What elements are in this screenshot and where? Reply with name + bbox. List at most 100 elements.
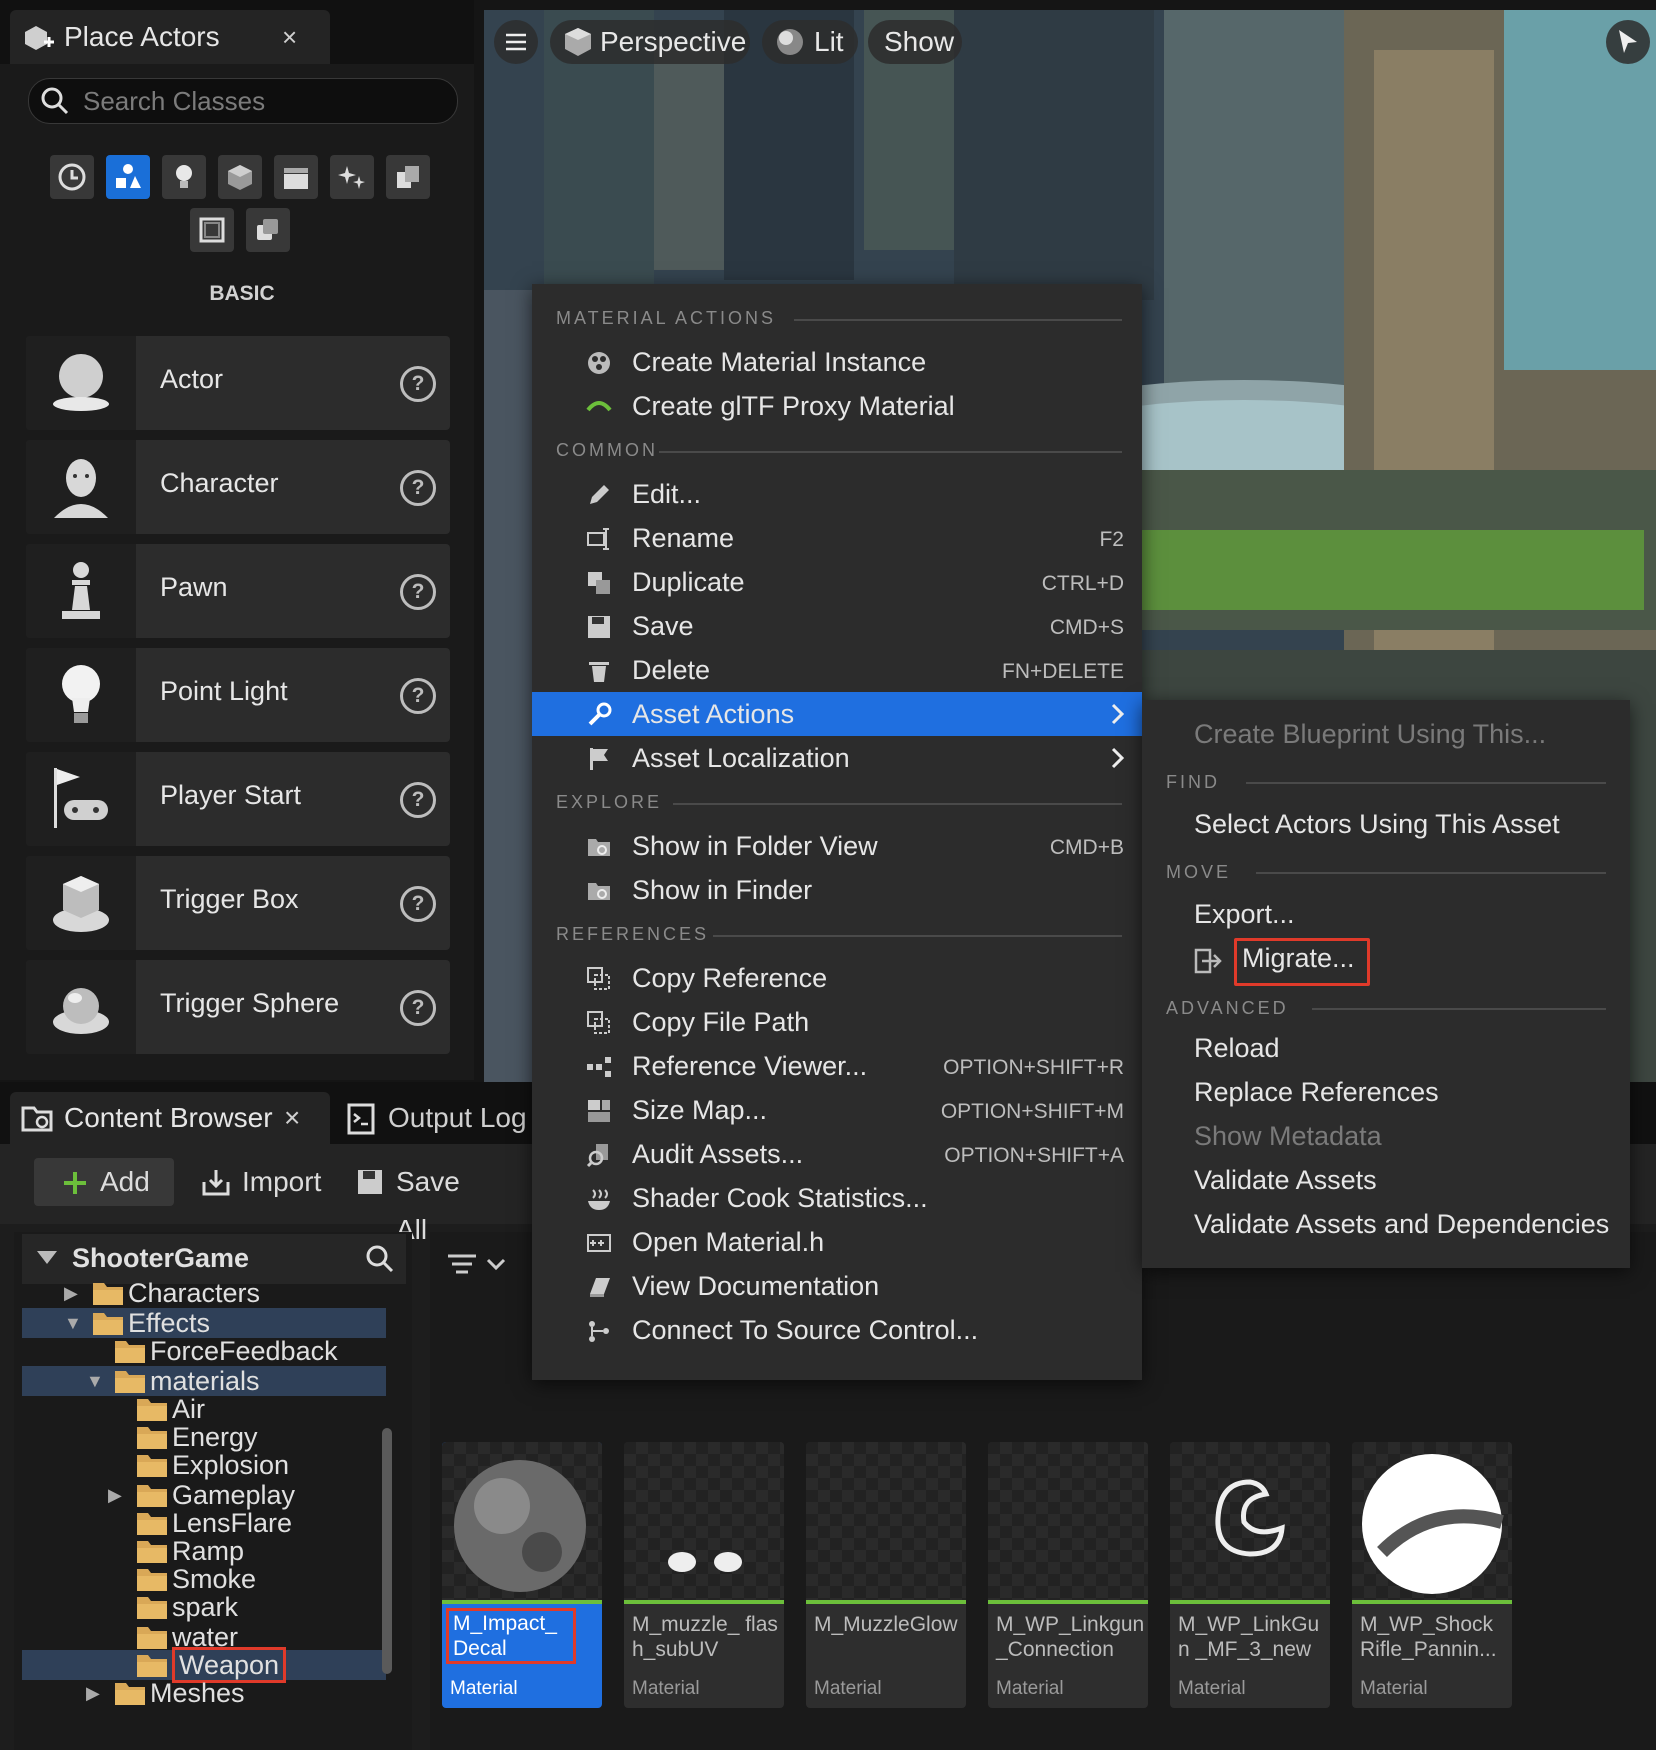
volumes-category-button[interactable] bbox=[190, 208, 234, 252]
recent-category-button[interactable] bbox=[50, 155, 94, 199]
asset-tile[interactable]: M_WP_LinkGun _MF_3_new Material bbox=[1170, 1442, 1330, 1708]
select-actors-item[interactable]: Select Actors Using This Asset bbox=[1194, 808, 1560, 840]
lights-category-button[interactable] bbox=[162, 155, 206, 199]
menu-item-copy-file-path[interactable]: Copy File Path bbox=[532, 1000, 1142, 1044]
folder-row-forcefeedback[interactable]: ForceFeedback bbox=[22, 1336, 386, 1366]
asset-tile[interactable]: M_muzzle_ flash_subUV Material bbox=[624, 1442, 784, 1708]
help-icon[interactable]: ? bbox=[400, 990, 436, 1026]
help-icon[interactable]: ? bbox=[400, 574, 436, 610]
add-button[interactable]: Add bbox=[34, 1158, 174, 1206]
actor-row-character[interactable]: Character ? bbox=[26, 440, 450, 534]
folder-row-effects[interactable]: ▼ Effects bbox=[22, 1308, 386, 1338]
viewport-menu-button[interactable] bbox=[494, 20, 538, 64]
chevron-down-icon[interactable]: ▼ bbox=[64, 1308, 82, 1338]
menu-item-shader-cook-statistics[interactable]: Shader Cook Statistics... bbox=[532, 1176, 1142, 1220]
menu-item-asset-actions[interactable]: Asset Actions bbox=[532, 692, 1142, 736]
folder-row-smoke[interactable]: Smoke bbox=[22, 1564, 386, 1594]
lit-button[interactable]: Lit bbox=[762, 20, 858, 64]
migrate-item[interactable]: Migrate... bbox=[1242, 942, 1355, 974]
folder-row-energy[interactable]: Energy bbox=[22, 1422, 386, 1452]
chevron-right-icon[interactable]: ▶ bbox=[64, 1278, 78, 1308]
help-icon[interactable]: ? bbox=[400, 470, 436, 506]
search-icon[interactable] bbox=[364, 1243, 396, 1275]
help-icon[interactable]: ? bbox=[400, 782, 436, 818]
replace-references-item[interactable]: Replace References bbox=[1194, 1076, 1439, 1108]
actor-row-trigger-sphere[interactable]: Trigger Sphere ? bbox=[26, 960, 450, 1054]
actor-row-player-start[interactable]: Player Start ? bbox=[26, 752, 450, 846]
tab-place-actors[interactable]: Place Actors × bbox=[10, 10, 330, 64]
actor-row-pawn[interactable]: Pawn ? bbox=[26, 544, 450, 638]
all-classes-category-button[interactable] bbox=[246, 208, 290, 252]
save-all-button[interactable]: Save All bbox=[356, 1158, 496, 1245]
asset-tile[interactable]: M_MuzzleGlow Material bbox=[806, 1442, 966, 1708]
folder-row-ramp[interactable]: Ramp bbox=[22, 1536, 386, 1566]
tree-root-label[interactable]: ShooterGame bbox=[72, 1243, 249, 1274]
menu-item-size-map[interactable]: Size Map... OPTION+SHIFT+M bbox=[532, 1088, 1142, 1132]
actor-row-trigger-box[interactable]: Trigger Box ? bbox=[26, 856, 450, 950]
help-icon[interactable]: ? bbox=[400, 886, 436, 922]
folder-row-characters[interactable]: ▶ Characters bbox=[22, 1278, 386, 1308]
menu-item-connect-to-source-control[interactable]: Connect To Source Control... bbox=[532, 1308, 1142, 1352]
export-item[interactable]: Export... bbox=[1194, 898, 1295, 930]
search-classes-field[interactable] bbox=[28, 78, 458, 124]
help-icon[interactable]: ? bbox=[400, 678, 436, 714]
folder-row-explosion[interactable]: Explosion bbox=[22, 1450, 386, 1480]
show-metadata-item[interactable]: Show Metadata bbox=[1194, 1120, 1382, 1152]
menu-item-audit-assets[interactable]: Audit Assets... OPTION+SHIFT+A bbox=[532, 1132, 1142, 1176]
geometry-category-button[interactable] bbox=[386, 155, 430, 199]
help-icon[interactable]: ? bbox=[400, 366, 436, 402]
close-icon[interactable]: × bbox=[282, 18, 297, 56]
folder-row-lensflare[interactable]: LensFlare bbox=[22, 1508, 386, 1538]
close-icon[interactable]: × bbox=[284, 1100, 300, 1136]
folder-label: Smoke bbox=[172, 1564, 257, 1594]
menu-item-delete[interactable]: Delete FN+DELETE bbox=[532, 648, 1142, 692]
cinematic-category-button[interactable] bbox=[274, 155, 318, 199]
menu-item-open-material-h[interactable]: Open Material.h bbox=[532, 1220, 1142, 1264]
folder-row-air[interactable]: Air bbox=[22, 1394, 386, 1424]
asset-tile[interactable]: M_WP_Shock Rifle_Pannin... Material bbox=[1352, 1442, 1512, 1708]
menu-item-duplicate[interactable]: Duplicate CTRL+D bbox=[532, 560, 1142, 604]
actor-row-point-light[interactable]: Point Light ? bbox=[26, 648, 450, 742]
menu-item-save[interactable]: Save CMD+S bbox=[532, 604, 1142, 648]
chevron-right-icon[interactable]: ▶ bbox=[86, 1678, 100, 1708]
tab-output-log[interactable]: Output Log bbox=[340, 1092, 540, 1144]
folder-row-spark[interactable]: spark bbox=[22, 1592, 386, 1622]
menu-item-edit[interactable]: Edit... bbox=[532, 472, 1142, 516]
visual-effects-category-button[interactable] bbox=[330, 155, 374, 199]
menu-item-create-gltf-proxy-material[interactable]: Create glTF Proxy Material bbox=[532, 384, 1142, 428]
validate-assets-item[interactable]: Validate Assets bbox=[1194, 1164, 1377, 1196]
validate-dependencies-item[interactable]: Validate Assets and Dependencies bbox=[1194, 1208, 1609, 1240]
menu-item-copy-reference[interactable]: Copy Reference bbox=[532, 956, 1142, 1000]
select-mode-button[interactable] bbox=[1606, 20, 1650, 64]
menu-item-create-material-instance[interactable]: Create Material Instance bbox=[532, 340, 1142, 384]
chevron-down-icon[interactable]: ▼ bbox=[86, 1366, 104, 1396]
filter-button[interactable] bbox=[444, 1246, 514, 1286]
import-button[interactable]: Import bbox=[200, 1158, 330, 1206]
show-button[interactable]: Show bbox=[868, 20, 962, 64]
actor-name: Point Light bbox=[160, 676, 288, 706]
asset-tile[interactable]: M_WP_Linkgun _Connection Material bbox=[988, 1442, 1148, 1708]
reload-item[interactable]: Reload bbox=[1194, 1032, 1280, 1064]
perspective-button[interactable]: Perspective bbox=[550, 20, 750, 64]
actor-row-actor[interactable]: Actor ? bbox=[26, 336, 450, 430]
folder-icon bbox=[114, 1680, 146, 1706]
tree-scrollbar[interactable] bbox=[382, 1428, 392, 1674]
folder-row-meshes[interactable]: ▶ Meshes bbox=[22, 1678, 386, 1708]
menu-item-reference-viewer[interactable]: Reference Viewer... OPTION+SHIFT+R bbox=[532, 1044, 1142, 1088]
folder-row-materials[interactable]: ▼ materials bbox=[22, 1366, 386, 1396]
show-label: Show bbox=[884, 26, 955, 57]
search-classes-input[interactable] bbox=[81, 83, 445, 119]
menu-item-asset-localization[interactable]: Asset Localization bbox=[532, 736, 1142, 780]
shapes-category-button[interactable] bbox=[218, 155, 262, 199]
chevron-right-icon[interactable]: ▶ bbox=[108, 1480, 122, 1510]
menu-item-view-documentation[interactable]: View Documentation bbox=[532, 1264, 1142, 1308]
folder-row-gameplay[interactable]: ▶ Gameplay bbox=[22, 1480, 386, 1510]
tab-content-browser[interactable]: Content Browser × bbox=[10, 1092, 330, 1144]
menu-item-rename[interactable]: Rename F2 bbox=[532, 516, 1142, 560]
basic-category-button[interactable] bbox=[106, 155, 150, 199]
folder-row-weapon[interactable]: Weapon bbox=[22, 1647, 386, 1683]
asset-tile[interactable]: M_Impact_ Decal Material bbox=[442, 1442, 602, 1708]
menu-item-show-in-folder-view[interactable]: Show in Folder View CMD+B bbox=[532, 824, 1142, 868]
create-blueprint-item[interactable]: Create Blueprint Using This... bbox=[1194, 718, 1546, 750]
menu-item-show-in-finder[interactable]: Show in Finder bbox=[532, 868, 1142, 912]
